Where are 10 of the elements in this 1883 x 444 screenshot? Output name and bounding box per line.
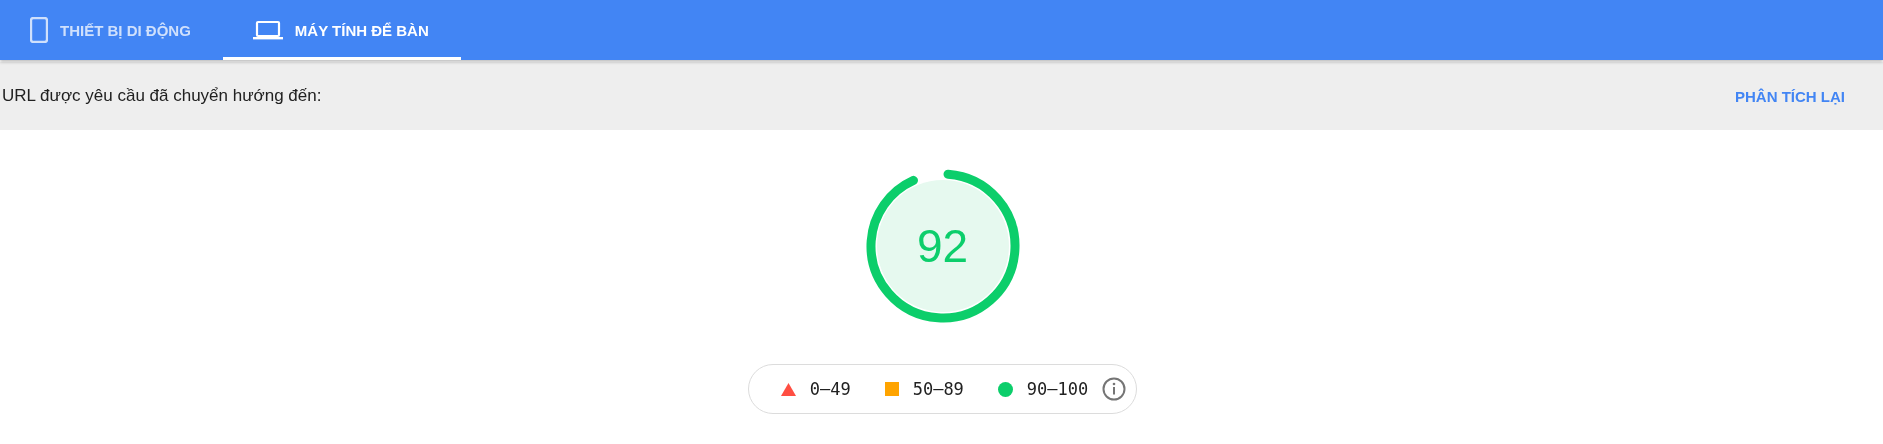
phone-icon [30,17,48,43]
laptop-icon [252,20,283,40]
score-range: 90–100 [1026,379,1089,399]
score-range: 0–49 [809,379,851,399]
reanalyze-link[interactable]: PHÂN TÍCH LẠI [1735,87,1845,105]
redirect-message: URL được yêu cầu đã chuyển hướng đến: [2,86,322,106]
info-icon[interactable] [1102,377,1127,401]
score-range: 50–89 [912,379,964,399]
performance-score: 92 [916,219,969,273]
tab[interactable]: THIẾT BỊ DI ĐỘNG [0,0,223,60]
